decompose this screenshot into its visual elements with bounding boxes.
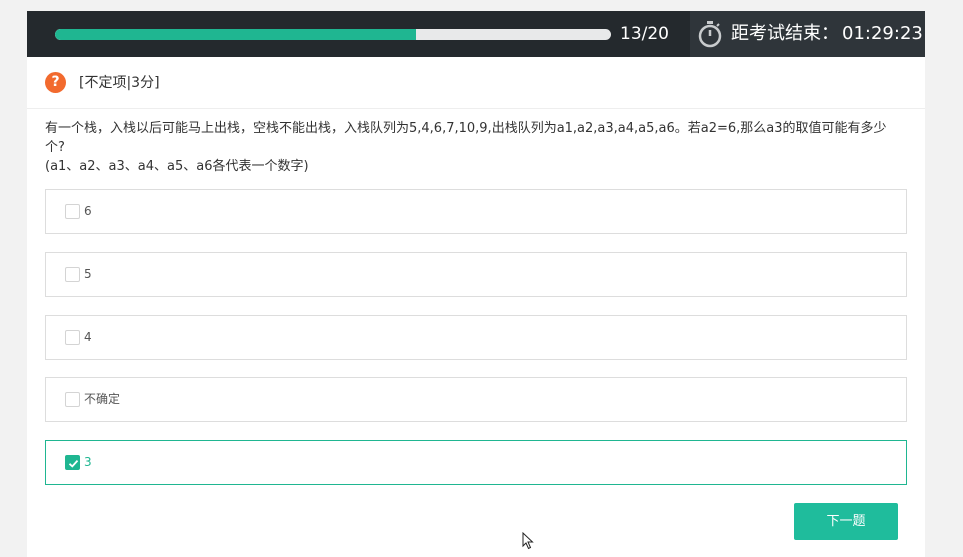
- option-uncertain[interactable]: 不确定: [45, 377, 907, 422]
- question-stem: 有一个栈，入栈以后可能马上出栈，空栈不能出栈，入栈队列为5,4,6,7,10,9…: [45, 119, 905, 176]
- checkbox-icon[interactable]: [65, 392, 80, 407]
- exam-card: 13/20 距考试结束： 01:29:23 ? [不定项|3分] 有一个栈，入栈…: [27, 11, 925, 557]
- option-label: 3: [84, 455, 92, 469]
- option-4[interactable]: 4: [45, 315, 907, 360]
- question-type-label: [不定项|3分]: [79, 75, 160, 91]
- countdown-timer: 距考试结束： 01:29:23: [690, 11, 925, 57]
- option-label: 5: [84, 267, 92, 281]
- progress-fill: [55, 29, 417, 40]
- mouse-cursor-icon: [522, 531, 534, 554]
- option-3[interactable]: 3: [45, 440, 907, 485]
- question-header: ? [不定项|3分]: [27, 57, 925, 109]
- next-question-button[interactable]: 下一题: [794, 503, 898, 540]
- option-label: 不确定: [84, 392, 121, 406]
- progress-bar: [55, 29, 611, 40]
- timer-value: 01:29:23: [842, 23, 923, 44]
- timer-label: 距考试结束：: [731, 23, 839, 44]
- option-5[interactable]: 5: [45, 252, 907, 297]
- option-label: 4: [84, 330, 92, 344]
- checkbox-icon[interactable]: [65, 330, 80, 345]
- question-stem-line: 有一个栈，入栈以后可能马上出栈，空栈不能出栈，入栈队列为5,4,6,7,10,9…: [45, 121, 887, 155]
- checked-checkbox-icon[interactable]: [65, 455, 80, 470]
- stopwatch-icon: [698, 20, 722, 48]
- option-6[interactable]: 6: [45, 189, 907, 234]
- option-label: 6: [84, 204, 92, 218]
- checkbox-icon[interactable]: [65, 204, 80, 219]
- question-mark-icon: ?: [45, 72, 66, 93]
- checkbox-icon[interactable]: [65, 267, 80, 282]
- question-stem-note: (a1、a2、a3、a4、a5、a6各代表一个数字): [45, 159, 309, 174]
- progress-count: 13/20: [620, 24, 669, 44]
- exam-topbar: 13/20 距考试结束： 01:29:23: [27, 11, 925, 57]
